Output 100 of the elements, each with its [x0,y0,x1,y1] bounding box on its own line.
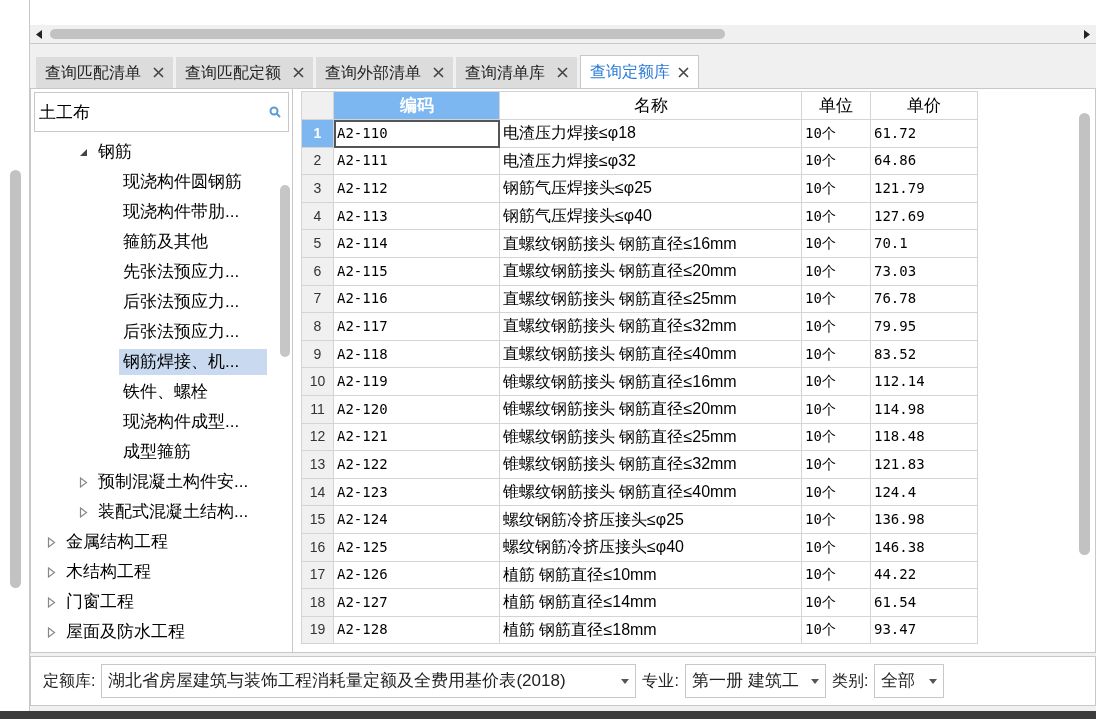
tree-item[interactable]: 箍筋及其他 [119,229,212,255]
table-cell: 10个 [802,395,871,424]
table-cell: 锥螺纹钢筋接头 钢筋直径≤32mm [500,451,802,479]
row-number[interactable]: 10 [301,368,334,396]
table-cell: 直螺纹钢筋接头 钢筋直径≤32mm [500,313,802,341]
tree-item[interactable]: 钢筋焊接、机... [119,349,267,375]
table-cell: A2-126 [334,561,500,590]
table-cell: A2-122 [334,451,500,479]
tab[interactable]: 查询外部清单 [316,57,453,88]
row-number[interactable]: 19 [301,616,334,645]
dropdown[interactable]: 湖北省房屋建筑与装饰工程消耗量定额及全费用基价表(2018) [101,664,637,698]
row-number[interactable]: 6 [301,257,334,286]
tree-item[interactable]: 装配式混凝土结构... [94,499,253,525]
table-cell: A2-116 [334,285,500,314]
tree-item[interactable]: 现浇构件成型... [119,409,244,435]
table-cell: 76.78 [871,285,978,314]
row-number[interactable]: 11 [301,395,334,424]
dropdown[interactable]: 第一册 建筑工 [684,664,826,698]
column-header[interactable]: 单价 [871,91,978,120]
row-number[interactable]: 16 [301,533,334,562]
table-cell: A2-121 [334,423,500,452]
expand-arrow-icon[interactable] [47,566,56,578]
table-cell: 10个 [802,230,871,258]
table-cell: 锥螺纹钢筋接头 钢筋直径≤16mm [500,368,802,396]
tree-item[interactable]: 成型箍筋 [119,439,195,465]
tree-item[interactable]: 金属结构工程 [62,529,172,555]
column-header[interactable]: 单位 [802,91,871,120]
row-number[interactable]: 13 [301,451,334,479]
table-cell: 136.98 [871,506,978,534]
tab[interactable]: 查询定额库 [580,55,699,89]
row-number[interactable]: 12 [301,423,334,452]
tree-item[interactable]: 先张法预应力... [119,259,244,285]
expand-arrow-icon[interactable] [79,506,88,518]
expand-arrow-icon[interactable] [47,626,56,638]
tree-item[interactable]: 门窗工程 [62,589,138,615]
row-number[interactable]: 4 [301,202,334,231]
tab[interactable]: 查询清单库 [456,57,577,88]
table-cell: 44.22 [871,561,978,590]
table-cell: A2-119 [334,368,500,396]
row-number[interactable]: 5 [301,230,334,258]
row-number[interactable]: 9 [301,340,334,369]
table-cell: 146.38 [871,533,978,562]
tree-item[interactable]: 屋面及防水工程 [62,619,189,645]
table-cell: 73.03 [871,257,978,286]
table-cell: 螺纹钢筋冷挤压接头≤φ40 [500,533,802,562]
tree-item[interactable]: 后张法预应力... [119,289,244,315]
row-number[interactable]: 17 [301,561,334,590]
table-cell: 10个 [802,175,871,203]
tree-item[interactable]: 现浇构件带肋... [119,199,244,225]
table-cell: 10个 [802,202,871,231]
filter-label: 类别: [831,671,869,691]
search-field[interactable]: 土工布 [34,92,289,132]
table-cell: 79.95 [871,313,978,341]
row-number[interactable]: 7 [301,285,334,314]
close-icon[interactable] [678,66,689,78]
tree-item[interactable]: 后张法预应力... [119,319,244,345]
row-number[interactable]: 2 [301,147,334,176]
scrollbar-thumb[interactable] [280,185,290,357]
dropdown[interactable]: 全部 [874,664,945,698]
table-cell: 10个 [802,120,871,148]
row-number[interactable]: 14 [301,478,334,507]
expand-arrow-icon[interactable] [47,596,56,608]
tree-item[interactable]: 预制混凝土构件安... [94,469,253,495]
row-number[interactable]: 15 [301,506,334,534]
close-icon[interactable] [557,67,568,78]
row-number[interactable]: 8 [301,313,334,341]
table-cell: 10个 [802,423,871,452]
table-cell: 电渣压力焊接≤φ18 [500,120,802,148]
expand-arrow-icon[interactable] [47,536,56,548]
table-cell: 锥螺纹钢筋接头 钢筋直径≤20mm [500,395,802,424]
table-cell: 10个 [802,340,871,369]
table-cell: 锥螺纹钢筋接头 钢筋直径≤25mm [500,423,802,452]
tree-item[interactable]: 木结构工程 [62,559,155,585]
column-header[interactable]: 名称 [500,91,802,120]
table-cell: 10个 [802,561,871,590]
expand-arrow-icon[interactable] [79,476,88,488]
scrollbar-thumb[interactable] [1079,113,1090,555]
table-cell: 64.86 [871,147,978,176]
close-icon[interactable] [293,67,304,78]
table-cell: 直螺纹钢筋接头 钢筋直径≤16mm [500,230,802,258]
tree-item[interactable]: 钢筋 [94,139,136,165]
table-cell: 127.69 [871,202,978,231]
tab[interactable]: 查询匹配定额 [176,57,313,88]
row-number[interactable]: 18 [301,589,334,617]
close-icon[interactable] [153,67,164,78]
scrollbar-thumb[interactable] [10,170,21,588]
close-icon[interactable] [433,67,444,78]
row-number[interactable]: 3 [301,175,334,203]
table-cell: 锥螺纹钢筋接头 钢筋直径≤40mm [500,478,802,507]
table-cell: 61.72 [871,120,978,148]
table-cell: 10个 [802,313,871,341]
tab[interactable]: 查询匹配清单 [36,57,173,88]
scroll-left-icon[interactable] [36,29,42,39]
scroll-right-icon[interactable] [1084,29,1090,39]
tree-item[interactable]: 铁件、螺栓 [119,379,212,405]
scrollbar-thumb[interactable] [50,29,725,39]
tree-item[interactable]: 现浇构件圆钢筋 [119,169,246,195]
table-cell: A2-111 [334,147,500,176]
table-cell: A2-123 [334,478,500,507]
table-cell: 直螺纹钢筋接头 钢筋直径≤40mm [500,340,802,369]
